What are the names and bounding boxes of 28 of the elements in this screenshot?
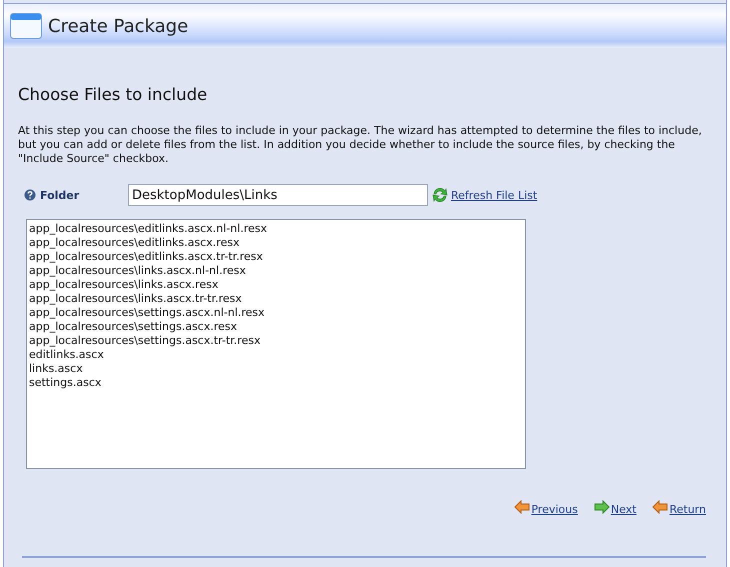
- file-item[interactable]: app_localresources\settings.ascx.resx: [29, 320, 523, 334]
- file-item[interactable]: settings.ascx: [29, 376, 523, 390]
- folder-label: Folder: [40, 188, 80, 202]
- file-item[interactable]: app_localresources\editlinks.ascx.tr-tr.resx: [29, 250, 523, 264]
- nav-link[interactable]: Return: [669, 503, 706, 516]
- window-title: Create Package: [48, 16, 188, 36]
- file-item[interactable]: links.ascx: [29, 362, 523, 376]
- window-icon: [10, 13, 42, 39]
- description-text: At this step you can choose the files to include in your package. The wizard has attempted to determine the files to include, but you can add or delete files from the list. In addition you decide whether to include the source files, by checking the "Include Source" checkbox.: [18, 124, 703, 166]
- left-arrow-icon: [514, 500, 530, 514]
- right-arrow-icon: [594, 500, 610, 514]
- file-item[interactable]: app_localresources\settings.ascx.nl-nl.resx: [29, 306, 523, 320]
- refresh-file-list-link[interactable]: Refresh File List: [451, 188, 538, 202]
- file-item[interactable]: app_localresources\editlinks.ascx.resx: [29, 236, 523, 250]
- left-arrow-icon: [652, 500, 668, 514]
- help-icon[interactable]: [24, 189, 36, 201]
- section-heading: Choose Files to include: [18, 85, 208, 104]
- folder-field[interactable]: DesktopModules\Links: [128, 184, 428, 206]
- file-item[interactable]: app_localresources\links.ascx.nl-nl.resx: [29, 264, 523, 278]
- nav-link[interactable]: Previous: [531, 503, 578, 516]
- file-item[interactable]: app_localresources\settings.ascx.tr-tr.resx: [29, 334, 523, 348]
- file-item[interactable]: app_localresources\links.ascx.tr-tr.resx: [29, 292, 523, 306]
- file-item[interactable]: editlinks.ascx: [29, 348, 523, 362]
- refresh-icon[interactable]: [432, 187, 448, 203]
- file-item[interactable]: app_localresources\editlinks.ascx.nl-nl.resx: [29, 222, 523, 236]
- file-list[interactable]: [26, 219, 526, 469]
- file-item[interactable]: app_localresources\links.ascx.resx: [29, 278, 523, 292]
- nav-link[interactable]: Next: [610, 503, 636, 516]
